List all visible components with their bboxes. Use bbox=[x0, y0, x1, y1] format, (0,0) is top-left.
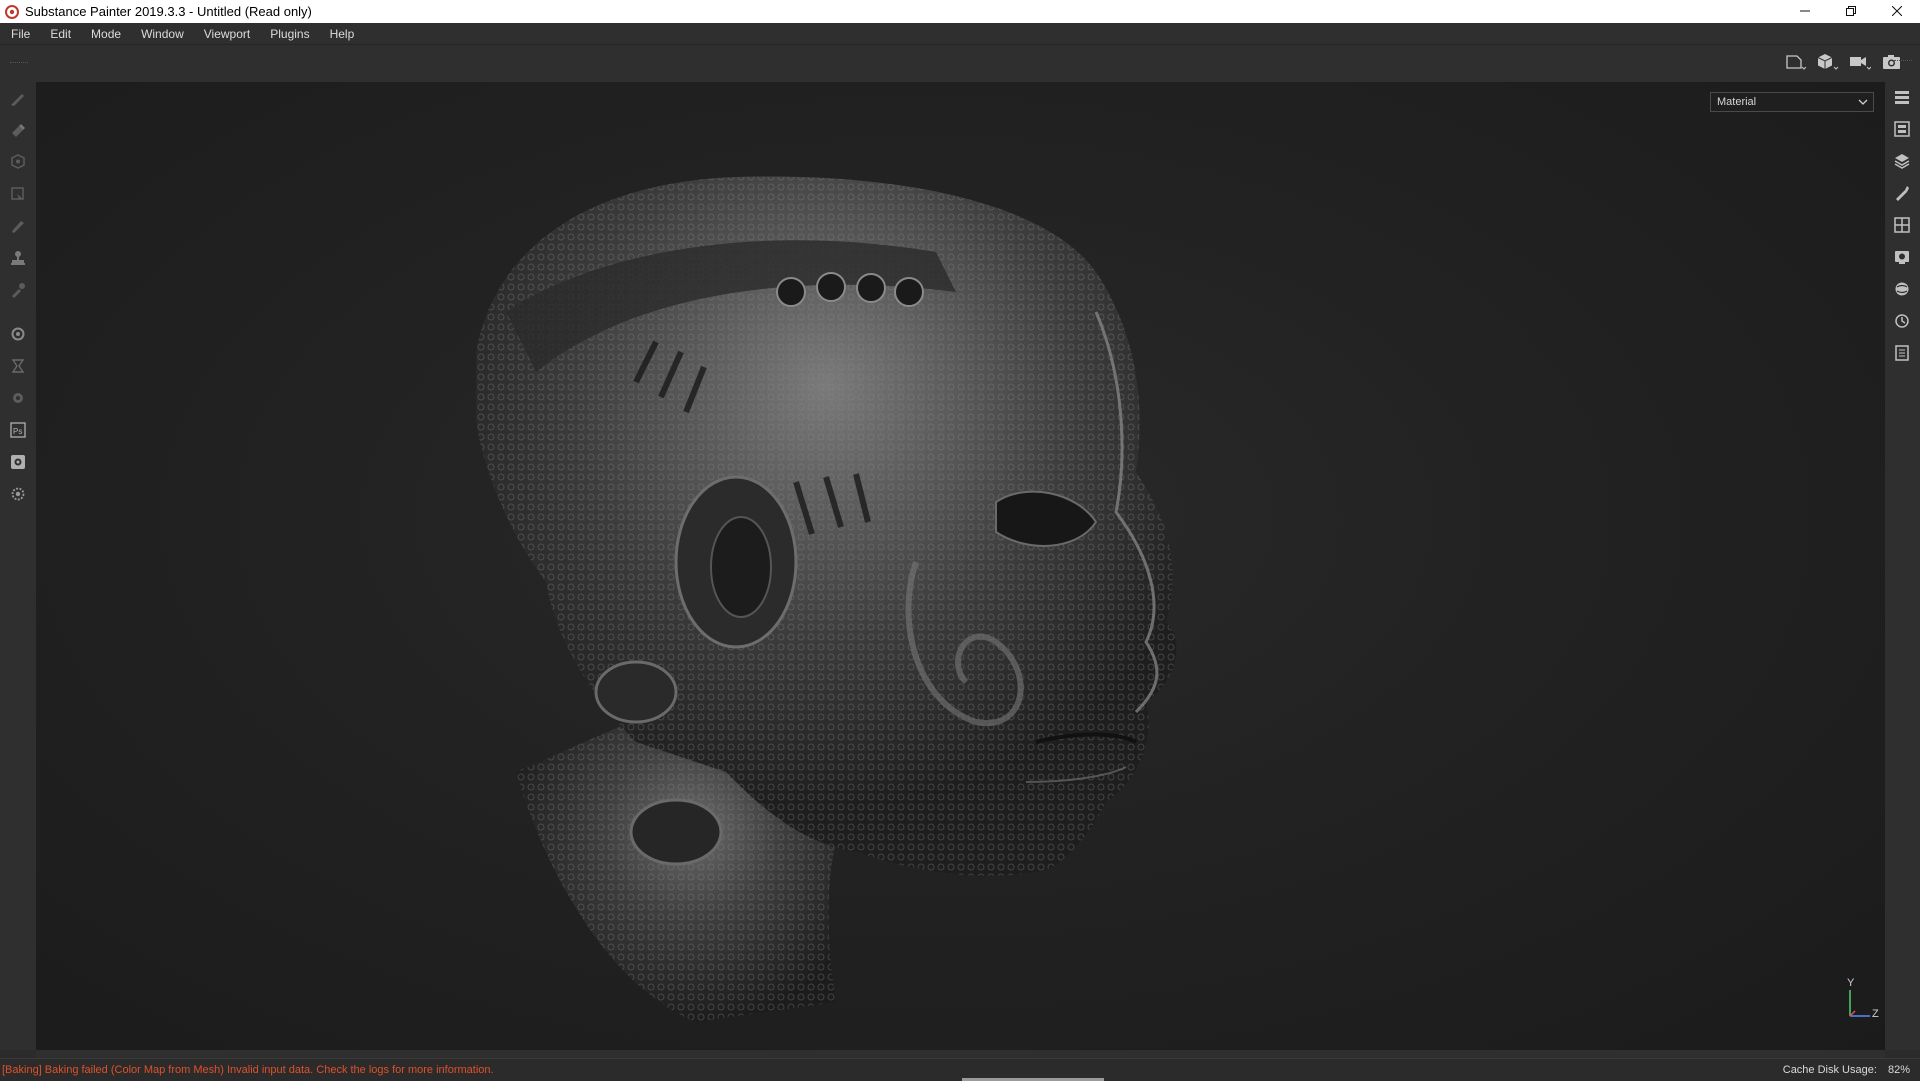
display-mode-value: Material bbox=[1717, 96, 1757, 108]
polygon-fill-tool-button[interactable] bbox=[6, 184, 30, 208]
eraser-tool-button[interactable] bbox=[6, 120, 30, 144]
object-view-button[interactable] bbox=[1814, 53, 1842, 75]
bake-icon bbox=[10, 326, 26, 347]
plugin-settings-button[interactable] bbox=[6, 484, 30, 508]
properties-button[interactable] bbox=[1890, 183, 1914, 207]
menu-plugins[interactable]: Plugins bbox=[262, 23, 317, 45]
menu-edit[interactable]: Edit bbox=[42, 23, 79, 45]
axis-z-label: Z bbox=[1872, 1008, 1879, 1020]
color-picker-icon bbox=[9, 281, 27, 304]
cache-disk-usage: Cache Disk Usage: 82% bbox=[1783, 1064, 1910, 1076]
menu-bar: File Edit Mode Window Viewport Plugins H… bbox=[0, 23, 1920, 45]
projection-icon bbox=[9, 153, 27, 176]
svg-text:Ps: Ps bbox=[13, 427, 22, 436]
restore-button[interactable] bbox=[1828, 0, 1874, 23]
eraser-icon bbox=[9, 121, 27, 144]
camera-button[interactable] bbox=[1846, 53, 1874, 75]
dock-grip[interactable] bbox=[1894, 60, 1912, 61]
camera-icon bbox=[1849, 53, 1872, 76]
close-button[interactable] bbox=[1874, 0, 1920, 23]
object-view-icon bbox=[1817, 53, 1839, 76]
log-icon bbox=[1894, 344, 1910, 366]
smudge-tool-button[interactable] bbox=[6, 216, 30, 240]
bake-tool-button[interactable] bbox=[6, 324, 30, 348]
photoshop-export-icon: Ps bbox=[10, 421, 26, 443]
menu-file[interactable]: File bbox=[3, 23, 38, 45]
resource-updater-icon bbox=[10, 390, 26, 411]
menu-viewport[interactable]: Viewport bbox=[196, 23, 258, 45]
axis-gizmo: Y Z bbox=[1840, 977, 1880, 1020]
restore-icon bbox=[1846, 4, 1856, 19]
3d-2d-view-icon bbox=[1785, 53, 1807, 76]
log-button[interactable] bbox=[1890, 343, 1914, 367]
sketchfab-export-button[interactable] bbox=[6, 452, 30, 476]
properties-icon bbox=[1894, 185, 1910, 206]
cache-disk-usage-label: Cache Disk Usage: bbox=[1782, 1063, 1877, 1076]
viewer-settings-button[interactable] bbox=[1890, 247, 1914, 271]
menu-mode[interactable]: Mode bbox=[83, 23, 129, 45]
substance-painter-logo-icon bbox=[2, 2, 22, 22]
menu-window[interactable]: Window bbox=[133, 23, 192, 45]
sketchfab-icon bbox=[10, 454, 26, 475]
screenshot-icon bbox=[1882, 54, 1902, 75]
view-mode-button[interactable] bbox=[1782, 53, 1810, 75]
viewport-horizontal-scroll[interactable] bbox=[36, 1050, 1885, 1058]
viewer-settings-icon bbox=[1894, 249, 1910, 270]
clone-tool-button[interactable] bbox=[6, 248, 30, 272]
photoshop-export-button[interactable]: Ps bbox=[6, 420, 30, 444]
polygon-fill-icon bbox=[9, 185, 27, 208]
paint-tool-button[interactable] bbox=[6, 88, 30, 112]
toolbar-grip[interactable] bbox=[10, 62, 28, 65]
title-bar: Substance Painter 2019.3.3 - Untitled (R… bbox=[0, 0, 1920, 23]
history-button[interactable] bbox=[1890, 311, 1914, 335]
screenshot-button[interactable] bbox=[1878, 53, 1906, 75]
tool-palette: Ps bbox=[0, 82, 36, 1050]
environment-icon bbox=[1894, 281, 1910, 302]
window-title: Substance Painter 2019.3.3 - Untitled (R… bbox=[25, 4, 312, 19]
texture-set-list-button[interactable] bbox=[1890, 87, 1914, 111]
axis-y-label: Y bbox=[1847, 977, 1855, 989]
minimize-button[interactable] bbox=[1782, 0, 1828, 23]
geometry-mask-tool-button[interactable] bbox=[6, 356, 30, 380]
status-bar: [Baking] Baking failed (Color Map from M… bbox=[0, 1058, 1920, 1081]
texture-set-settings-button[interactable] bbox=[1890, 119, 1914, 143]
smudge-icon bbox=[9, 217, 27, 240]
viewport-toolbar bbox=[0, 45, 1920, 82]
cache-disk-usage-value: 82% bbox=[1887, 1063, 1910, 1076]
3d-viewport[interactable] bbox=[36, 82, 1885, 1050]
close-icon bbox=[1891, 4, 1903, 19]
texture-set-list-icon bbox=[1894, 89, 1910, 110]
clone-stamp-icon bbox=[9, 249, 27, 272]
display-settings-button[interactable] bbox=[1890, 215, 1914, 239]
display-mode-select[interactable]: Material bbox=[1710, 92, 1874, 112]
panel-dock bbox=[1885, 60, 1920, 1050]
plugin-settings-icon bbox=[10, 486, 26, 507]
color-picker-tool-button[interactable] bbox=[6, 280, 30, 304]
display-settings-icon bbox=[1894, 216, 1910, 238]
history-icon bbox=[1894, 313, 1910, 334]
chevron-down-icon bbox=[1858, 97, 1868, 110]
geometry-mask-icon bbox=[10, 358, 26, 379]
resource-updater-tool-button[interactable] bbox=[6, 388, 30, 412]
minimize-icon bbox=[1800, 4, 1810, 19]
layers-icon bbox=[1894, 153, 1910, 174]
texture-set-settings-icon bbox=[1894, 120, 1910, 142]
projection-tool-button[interactable] bbox=[6, 152, 30, 176]
status-error-message[interactable]: [Baking] Baking failed (Color Map from M… bbox=[2, 1064, 494, 1076]
environment-button[interactable] bbox=[1890, 279, 1914, 303]
layers-button[interactable] bbox=[1890, 151, 1914, 175]
menu-help[interactable]: Help bbox=[322, 23, 363, 45]
sculpted-head-model bbox=[476, 176, 1177, 1022]
paint-brush-icon bbox=[9, 89, 27, 112]
